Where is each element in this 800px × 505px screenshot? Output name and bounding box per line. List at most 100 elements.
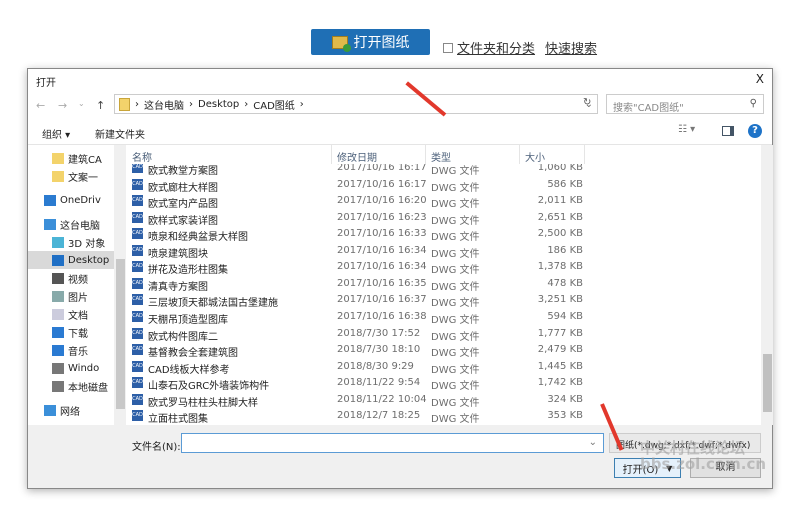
sidebar-item[interactable]: 3D 对象 — [28, 233, 114, 251]
column-size[interactable]: 大小 — [525, 149, 545, 164]
folder-category-checkbox[interactable] — [443, 42, 453, 53]
sidebar-item[interactable]: 文案一 — [28, 167, 114, 185]
file-date: 2018/7/30 17:52 — [337, 327, 421, 339]
file-row[interactable]: CAD 山泰石及GRC外墙装饰构件 2018/11/22 9:54 DWG 文件 1,7… — [128, 375, 588, 393]
sidebar-scrollbar-thumb[interactable] — [116, 259, 125, 409]
file-date: 2018/11/22 10:04 — [337, 393, 427, 405]
file-size: 1,777 KB — [537, 327, 583, 339]
cad-file-icon: CAD — [132, 277, 143, 289]
breadcrumb-cad[interactable]: CAD图纸 — [253, 97, 295, 112]
file-row[interactable]: CAD 拼花及造形柱图集 2017/10/16 16:34 DWG 文件 1,378 K… — [128, 259, 588, 277]
sidebar-item[interactable]: 网络 — [28, 401, 114, 419]
file-row[interactable]: CAD 欧样式家装详图 2017/10/16 16:23 DWG 文件 2,651 KB — [128, 210, 588, 227]
file-row[interactable]: CAD 欧式罗马柱柱头柱脚大样 2018/11/22 10:04 DWG 文件 324 … — [128, 392, 588, 409]
file-row[interactable]: CAD CAD线板大样参考 2018/8/30 9:29 DWG 文件 1,445 KB — [128, 359, 588, 376]
sidebar-item[interactable]: 文档 — [28, 305, 114, 323]
file-list: 名称 修改日期 类型 大小 CAD 欧式教堂方案图 2017/10/16 16:17… — [128, 145, 761, 425]
file-row[interactable]: CAD 三层坡顶天都城法国古堡建施 2017/10/16 16:37 DWG 文件 3,… — [128, 292, 588, 309]
sidebar-item-label: 这台电脑 — [60, 220, 100, 232]
up-icon[interactable]: ↑ — [96, 99, 105, 112]
column-date[interactable]: 修改日期 — [337, 149, 377, 164]
sidebar-item[interactable]: 下载 — [28, 323, 114, 341]
file-row[interactable]: CAD 欧式构件图库二 2018/7/30 17:52 DWG 文件 1,777 KB — [128, 326, 588, 343]
file-date: 2018/11/22 9:54 — [337, 377, 421, 389]
refresh-icon[interactable]: ↻ — [583, 97, 591, 108]
file-date: 2017/10/16 16:37 — [337, 294, 427, 306]
open-file-dialog: 打开 X ← → ⌄ ↑ › 这台电脑 › Desktop › CAD图纸 › ⌄ ↻ 搜索"C… — [27, 68, 773, 489]
sidebar-item[interactable]: 建筑CA — [28, 149, 114, 167]
file-type: DWG 文件 — [431, 397, 480, 409]
column-name[interactable]: 名称 — [132, 149, 152, 164]
filename-input[interactable]: ⌄ — [181, 433, 604, 453]
sidebar-item[interactable]: Desktop — [28, 251, 114, 269]
file-date: 2018/12/7 18:25 — [337, 410, 421, 422]
file-row[interactable]: CAD 清真寺方案图 2017/10/16 16:35 DWG 文件 478 KB — [128, 276, 588, 293]
filename-label: 文件名(N): — [132, 442, 181, 453]
drive-icon — [52, 380, 64, 392]
file-date: 2017/10/16 16:38 — [337, 310, 427, 322]
file-type: DWG 文件 — [431, 232, 480, 244]
new-folder-button[interactable]: 新建文件夹 — [95, 126, 145, 141]
sidebar-item-label: OneDriv — [60, 194, 101, 206]
file-list-scrollbar-thumb[interactable] — [763, 354, 772, 412]
search-placeholder: 搜索"CAD图纸" — [613, 103, 684, 114]
sidebar-item[interactable]: 本地磁盘 — [28, 377, 114, 395]
address-bar[interactable]: › 这台电脑 › Desktop › CAD图纸 › ⌄ — [114, 94, 598, 114]
breadcrumb-this-pc[interactable]: 这台电脑 — [144, 97, 184, 112]
file-type: DWG 文件 — [431, 215, 480, 227]
forward-icon[interactable]: → — [58, 99, 67, 112]
preview-pane-icon[interactable] — [722, 126, 734, 136]
sidebar-item-label: 文档 — [68, 310, 88, 322]
file-date: 2018/7/30 18:10 — [337, 344, 421, 356]
cad-file-icon: CAD — [132, 410, 143, 422]
column-type[interactable]: 类型 — [431, 149, 451, 164]
recent-dropdown-icon[interactable]: ⌄ — [78, 99, 85, 108]
quick-search-link[interactable]: 快速搜索 — [545, 38, 597, 57]
sidebar-item[interactable]: OneDriv — [28, 191, 114, 209]
sidebar-item[interactable]: 视频 — [28, 269, 114, 287]
sidebar-item[interactable]: 图片 — [28, 287, 114, 305]
file-row[interactable]: CAD 欧式廊柱大样图 2017/10/16 16:17 DWG 文件 586 KB — [128, 177, 588, 194]
file-name: 拼花及造形柱图集 — [148, 265, 228, 277]
file-size: 2,011 KB — [537, 195, 583, 207]
file-date: 2017/10/16 16:34 — [337, 261, 427, 273]
navigation-pane: 建筑CA 文案一 OneDriv 这台电脑 3D 对象 Desktop 视频图片文档 下载 音乐… — [28, 145, 128, 425]
file-name: 欧式罗马柱柱头柱脚大样 — [148, 397, 258, 409]
file-row[interactable]: CAD 喷泉和经典盆景大样图 2017/10/16 16:33 DWG 文件 2,500… — [128, 226, 588, 244]
music-icon — [52, 344, 64, 356]
sidebar-item[interactable]: 音乐 — [28, 341, 114, 359]
back-icon[interactable]: ← — [36, 99, 45, 112]
close-button[interactable]: X — [756, 72, 764, 86]
download-icon — [52, 326, 64, 338]
file-type: DWG 文件 — [431, 414, 480, 425]
cad-file-icon: CAD — [132, 360, 143, 372]
cad-file-icon: CAD — [132, 178, 143, 190]
help-icon[interactable]: ? — [748, 124, 762, 138]
file-name: 山泰石及GRC外墙装饰构件 — [148, 381, 270, 393]
file-size: 2,651 KB — [537, 211, 583, 223]
breadcrumb-desktop[interactable]: Desktop — [198, 99, 239, 110]
search-input[interactable]: 搜索"CAD图纸" ⚲ — [606, 94, 764, 114]
open-drawing-button[interactable]: 打开图纸 — [311, 29, 430, 55]
file-row[interactable]: CAD 天棚吊顶造型图库 2017/10/16 16:38 DWG 文件 594 KB — [128, 309, 588, 326]
video-icon — [52, 272, 64, 284]
file-size: 1,742 KB — [537, 377, 583, 389]
cad-file-icon: CAD — [132, 211, 143, 223]
sidebar-item-label: 图片 — [68, 292, 88, 304]
view-options-icon[interactable]: ☷ ▾ — [678, 124, 695, 135]
file-row[interactable]: CAD 立面柱式图集 2018/12/7 18:25 DWG 文件 353 KB — [128, 408, 588, 425]
filename-dropdown-icon[interactable]: ⌄ — [589, 437, 597, 448]
file-row[interactable]: CAD 欧式室内产品图 2017/10/16 16:20 DWG 文件 2,011 KB — [128, 193, 588, 210]
organize-button[interactable]: 组织 ▾ — [42, 126, 70, 141]
sidebar-item[interactable]: Windo — [28, 359, 114, 377]
folder-category-link[interactable]: 文件夹和分类 — [457, 38, 535, 57]
file-type: DWG 文件 — [431, 364, 480, 376]
sidebar-item-label: 文案一 — [68, 172, 98, 184]
sidebar-item[interactable]: 这台电脑 — [28, 215, 114, 233]
file-row[interactable]: CAD 喷泉建筑图块 2017/10/16 16:34 DWG 文件 186 KB — [128, 243, 588, 260]
file-type: DWG 文件 — [431, 348, 480, 360]
cad-file-icon: CAD — [132, 261, 143, 273]
cad-file-icon: CAD — [132, 228, 143, 240]
file-row[interactable]: CAD 基督教会全套建筑图 2018/7/30 18:10 DWG 文件 2,479 K… — [128, 342, 588, 360]
folder-icon — [119, 97, 130, 111]
